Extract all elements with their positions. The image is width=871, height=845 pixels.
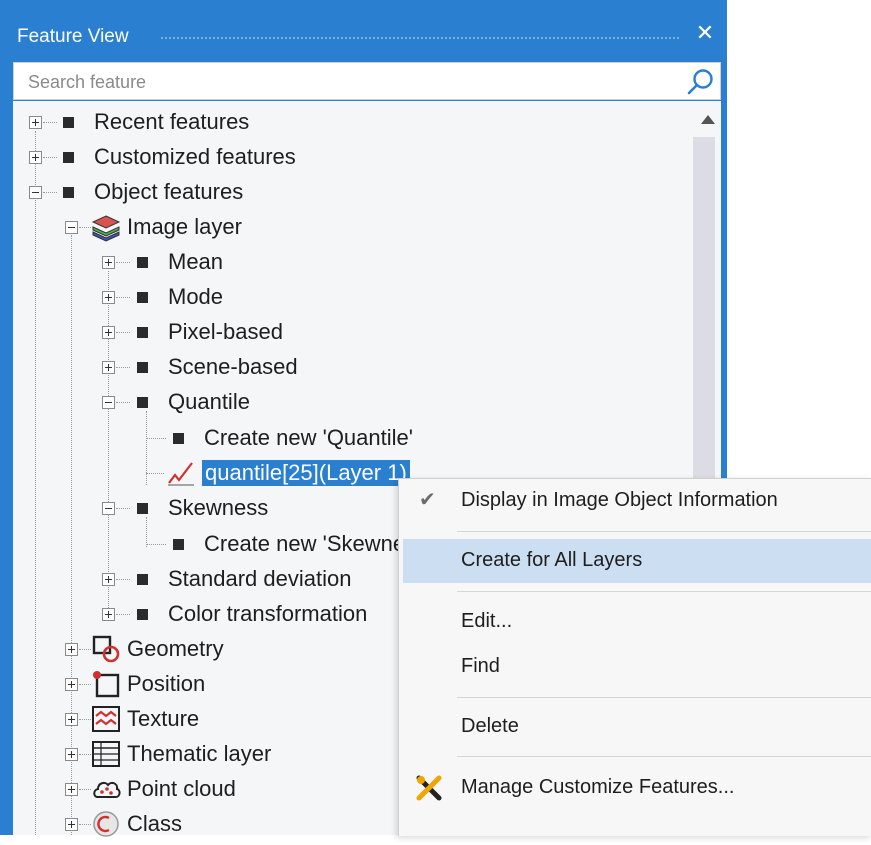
geometry-icon — [91, 634, 123, 664]
menu-separator — [457, 531, 871, 532]
expand-position[interactable] — [65, 678, 78, 691]
menu-item-edit[interactable]: Edit... — [403, 600, 871, 644]
collapse-object[interactable] — [29, 186, 42, 199]
collapse-image-layer[interactable] — [65, 221, 78, 234]
expand-scene[interactable] — [102, 361, 115, 374]
tree-item-object-features[interactable]: Object features — [63, 176, 243, 208]
expand-mean[interactable] — [102, 256, 115, 269]
expand-color-transform[interactable] — [102, 608, 115, 621]
menu-separator — [457, 591, 871, 592]
tree-item-thematic-layer[interactable]: Thematic layer — [91, 738, 271, 770]
tree-item-pixel-based[interactable]: Pixel-based — [137, 316, 283, 348]
tree-item-point-cloud[interactable]: Point cloud — [91, 773, 236, 805]
menu-separator — [457, 756, 871, 757]
tree-item-mode[interactable]: Mode — [137, 281, 223, 313]
tree-item-create-skewness[interactable]: Create new 'Skewness' — [173, 528, 431, 560]
title-bar[interactable]: Feature View ✕ — [0, 14, 727, 58]
collapse-skewness[interactable] — [102, 502, 115, 515]
tree-item-customized[interactable]: Customized features — [63, 141, 296, 173]
tree-item-mean[interactable]: Mean — [137, 246, 223, 278]
cloud-icon — [91, 774, 123, 804]
tree-item-standard-deviation[interactable]: Standard deviation — [137, 563, 351, 595]
menu-item-display-info[interactable]: ✔ Display in Image Object Information — [403, 479, 871, 523]
search-box — [13, 62, 721, 101]
tree-item-geometry[interactable]: Geometry — [91, 633, 224, 665]
tree-item-quantile[interactable]: Quantile — [137, 386, 250, 418]
search-input[interactable] — [14, 63, 690, 101]
tree-item-recent[interactable]: Recent features — [63, 106, 249, 138]
table-icon — [91, 739, 123, 769]
tree-item-create-quantile[interactable]: Create new 'Quantile' — [173, 422, 413, 454]
tree-item-quantile-layer1[interactable]: quantile[25](Layer 1) — [166, 457, 410, 489]
selected-item-label: quantile[25](Layer 1) — [202, 460, 410, 486]
layers-icon — [91, 212, 123, 242]
expand-pointcloud[interactable] — [65, 783, 78, 796]
expand-stddev[interactable] — [102, 573, 115, 586]
collapse-quantile[interactable] — [102, 396, 115, 409]
expand-texture[interactable] — [65, 713, 78, 726]
position-icon — [91, 669, 123, 699]
close-icon[interactable]: ✕ — [693, 22, 717, 46]
menu-item-create-all-layers[interactable]: Create for All Layers — [403, 539, 871, 583]
line-chart-icon — [166, 458, 200, 488]
scroll-up-arrow-icon[interactable] — [701, 115, 715, 124]
tree-item-texture[interactable]: Texture — [91, 703, 199, 735]
check-icon: ✔ — [419, 489, 436, 511]
search-icon[interactable] — [685, 67, 715, 97]
tree-item-image-layer[interactable]: Image layer — [91, 211, 242, 243]
menu-item-delete[interactable]: Delete — [403, 705, 871, 749]
menu-item-find[interactable]: Find — [403, 645, 871, 689]
menu-item-manage-customize[interactable]: Manage Customize Features... — [403, 766, 871, 810]
menu-separator — [457, 697, 871, 698]
tree-item-class[interactable]: Class — [91, 808, 182, 840]
tree-item-color-transformation[interactable]: Color transformation — [137, 598, 367, 630]
expand-geometry[interactable] — [65, 643, 78, 656]
tree-item-scene-based[interactable]: Scene-based — [137, 351, 298, 383]
tree-item-skewness[interactable]: Skewness — [137, 492, 268, 524]
tools-icon — [416, 775, 442, 801]
expand-mode[interactable] — [102, 291, 115, 304]
context-menu: ✔ Display in Image Object Information Cr… — [398, 478, 871, 836]
expand-pixel[interactable] — [102, 326, 115, 339]
expand-class[interactable] — [65, 818, 78, 831]
expand-customized[interactable] — [29, 151, 42, 164]
texture-icon — [91, 704, 123, 734]
expand-recent[interactable] — [29, 116, 42, 129]
panel-title: Feature View — [17, 26, 129, 47]
expand-thematic[interactable] — [65, 748, 78, 761]
tree-item-position[interactable]: Position — [91, 668, 205, 700]
drag-grip[interactable] — [160, 36, 680, 41]
